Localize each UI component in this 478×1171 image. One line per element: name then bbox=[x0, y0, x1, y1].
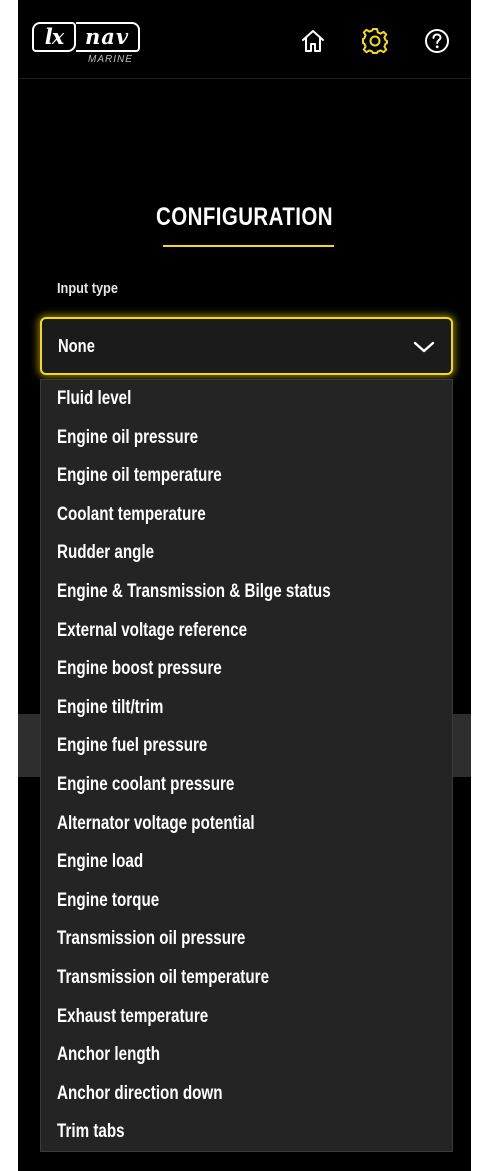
dropdown-option-coolant-temperature[interactable]: Coolant temperature bbox=[41, 496, 452, 535]
dropdown-option-engine-fuel-pressure[interactable]: Engine fuel pressure bbox=[41, 727, 452, 766]
help-icon[interactable] bbox=[423, 27, 451, 55]
option-label: Engine oil temperature bbox=[57, 465, 222, 487]
logo-nav-text: nav bbox=[76, 22, 140, 52]
input-type-select[interactable]: None bbox=[40, 317, 453, 375]
header-bar: lx nav MARINE bbox=[18, 0, 471, 79]
option-label: Anchor length bbox=[57, 1044, 161, 1066]
option-label: External voltage reference bbox=[57, 619, 248, 641]
page-title: CONFIGURATION bbox=[156, 203, 333, 231]
dropdown-option-fluid-level[interactable]: Fluid level bbox=[41, 380, 452, 419]
lxnav-marine-logo: lx nav MARINE bbox=[32, 22, 144, 70]
option-label: Engine tilt/trim bbox=[57, 696, 164, 718]
input-type-label: Input type bbox=[57, 280, 118, 297]
dropdown-option-engine-boost-pressure[interactable]: Engine boost pressure bbox=[41, 650, 452, 689]
option-label: Engine torque bbox=[57, 889, 160, 911]
dropdown-option-engine-tilt-trim[interactable]: Engine tilt/trim bbox=[41, 689, 452, 728]
background-panel-edge bbox=[453, 714, 471, 777]
chevron-down-icon bbox=[413, 341, 435, 353]
dropdown-option-alternator-voltage-potential[interactable]: Alternator voltage potential bbox=[41, 805, 452, 844]
dropdown-option-anchor-direction-down[interactable]: Anchor direction down bbox=[41, 1075, 452, 1114]
gear-icon[interactable] bbox=[361, 27, 389, 55]
dropdown-option-engine-torque[interactable]: Engine torque bbox=[41, 882, 452, 921]
dropdown-option-rudder-angle[interactable]: Rudder angle bbox=[41, 534, 452, 573]
option-label: Coolant temperature bbox=[57, 503, 206, 525]
dropdown-option-engine-transmission-bilge-status[interactable]: Engine & Transmission & Bilge status bbox=[41, 573, 452, 612]
option-label: Engine load bbox=[57, 851, 144, 873]
dropdown-option-transmission-oil-pressure[interactable]: Transmission oil pressure bbox=[41, 920, 452, 959]
input-type-selected-value: None bbox=[58, 336, 95, 356]
option-label: Fluid level bbox=[57, 388, 132, 409]
title-underline bbox=[163, 245, 334, 247]
dropdown-option-engine-coolant-pressure[interactable]: Engine coolant pressure bbox=[41, 766, 452, 805]
dropdown-option-anchor-length[interactable]: Anchor length bbox=[41, 1036, 452, 1075]
dropdown-option-trim-tabs[interactable]: Trim tabs bbox=[41, 1113, 452, 1152]
logo-lx-text: lx bbox=[32, 22, 76, 52]
background-panel-edge bbox=[18, 714, 40, 777]
option-label: Anchor direction down bbox=[57, 1082, 223, 1104]
option-label: Exhaust temperature bbox=[57, 1005, 209, 1027]
option-label: Engine coolant pressure bbox=[57, 773, 235, 795]
logo-marine-text: MARINE bbox=[88, 54, 133, 65]
dropdown-option-engine-oil-temperature[interactable]: Engine oil temperature bbox=[41, 457, 452, 496]
home-icon[interactable] bbox=[299, 27, 327, 55]
dropdown-option-engine-load[interactable]: Engine load bbox=[41, 843, 452, 882]
option-label: Transmission oil pressure bbox=[57, 928, 246, 950]
option-label: Trim tabs bbox=[57, 1121, 125, 1143]
option-label: Engine & Transmission & Bilge status bbox=[57, 580, 331, 602]
app-window: lx nav MARINE CONFIGURATION Input type N… bbox=[18, 0, 471, 1171]
option-label: Engine boost pressure bbox=[57, 658, 222, 680]
option-label: Transmission oil temperature bbox=[57, 966, 270, 988]
option-label: Engine fuel pressure bbox=[57, 735, 208, 757]
dropdown-option-transmission-oil-temperature[interactable]: Transmission oil temperature bbox=[41, 959, 452, 998]
option-label: Alternator voltage potential bbox=[57, 812, 255, 834]
input-type-dropdown-list: Fluid level Engine oil pressure Engine o… bbox=[40, 379, 453, 1152]
dropdown-option-engine-oil-pressure[interactable]: Engine oil pressure bbox=[41, 419, 452, 458]
dropdown-option-exhaust-temperature[interactable]: Exhaust temperature bbox=[41, 998, 452, 1037]
option-label: Rudder angle bbox=[57, 542, 155, 564]
option-label: Engine oil pressure bbox=[57, 426, 199, 448]
dropdown-option-external-voltage-reference[interactable]: External voltage reference bbox=[41, 612, 452, 651]
